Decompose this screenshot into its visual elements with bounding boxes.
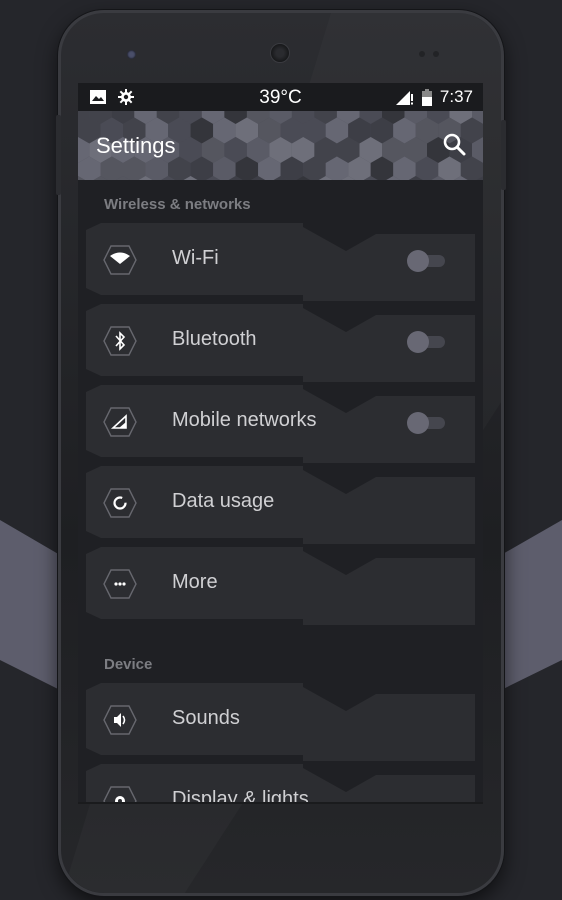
toggle-switch[interactable] (407, 412, 447, 434)
volume-icon (103, 705, 137, 735)
settings-item-label: Data usage (172, 490, 275, 512)
page-title: Settings (96, 133, 176, 158)
row-background (86, 683, 475, 761)
row-background (86, 466, 475, 544)
search-icon[interactable] (441, 131, 469, 159)
settings-item-label: Mobile networks (172, 409, 317, 431)
signal-icon (395, 91, 413, 105)
settings-item-label: Wi-Fi (172, 247, 219, 269)
section-header-device: Device (104, 656, 153, 673)
wifi-icon (103, 245, 137, 275)
light-sensor (433, 51, 439, 57)
screen: 39°C 7:37 Settings Wireless & networks W… (78, 83, 483, 802)
settings-item-label: Display & lights (172, 788, 309, 802)
settings-item-mobile-networks[interactable]: Mobile networks (86, 385, 475, 463)
toggle-switch[interactable] (407, 331, 447, 353)
settings-item-bluetooth[interactable]: Bluetooth (86, 304, 475, 382)
settings-item-more[interactable]: More (86, 547, 475, 625)
volume-button[interactable] (56, 115, 61, 195)
clock: 7:37 (439, 87, 473, 106)
toggle-switch[interactable] (407, 250, 447, 272)
section-header-wireless: Wireless & networks (104, 196, 251, 213)
settings-item-label: More (172, 571, 218, 593)
earpiece-speaker (270, 43, 290, 63)
settings-item-wi-fi[interactable]: Wi-Fi (86, 223, 475, 301)
mobile-signal-icon (103, 407, 137, 437)
settings-item-sounds[interactable]: Sounds (86, 683, 475, 761)
status-bar: 39°C 7:37 (78, 83, 483, 111)
settings-item-display-lights[interactable]: Display & lights (86, 764, 475, 802)
toggle-thumb (407, 250, 429, 272)
proximity-sensor (419, 51, 425, 57)
more-icon (103, 569, 137, 599)
power-button[interactable] (501, 120, 506, 190)
row-background (86, 547, 475, 625)
toolbar: Settings (78, 111, 483, 180)
toggle-thumb (407, 331, 429, 353)
settings-item-label: Bluetooth (172, 328, 257, 350)
toggle-thumb (407, 412, 429, 434)
screen-bottom-edge (78, 802, 483, 804)
brightness-icon (103, 786, 137, 802)
battery-icon (421, 88, 432, 106)
settings-item-data-usage[interactable]: Data usage (86, 466, 475, 544)
settings-item-label: Sounds (172, 707, 240, 729)
bluetooth-icon (103, 326, 137, 356)
front-camera (127, 50, 136, 59)
data-usage-icon (103, 488, 137, 518)
